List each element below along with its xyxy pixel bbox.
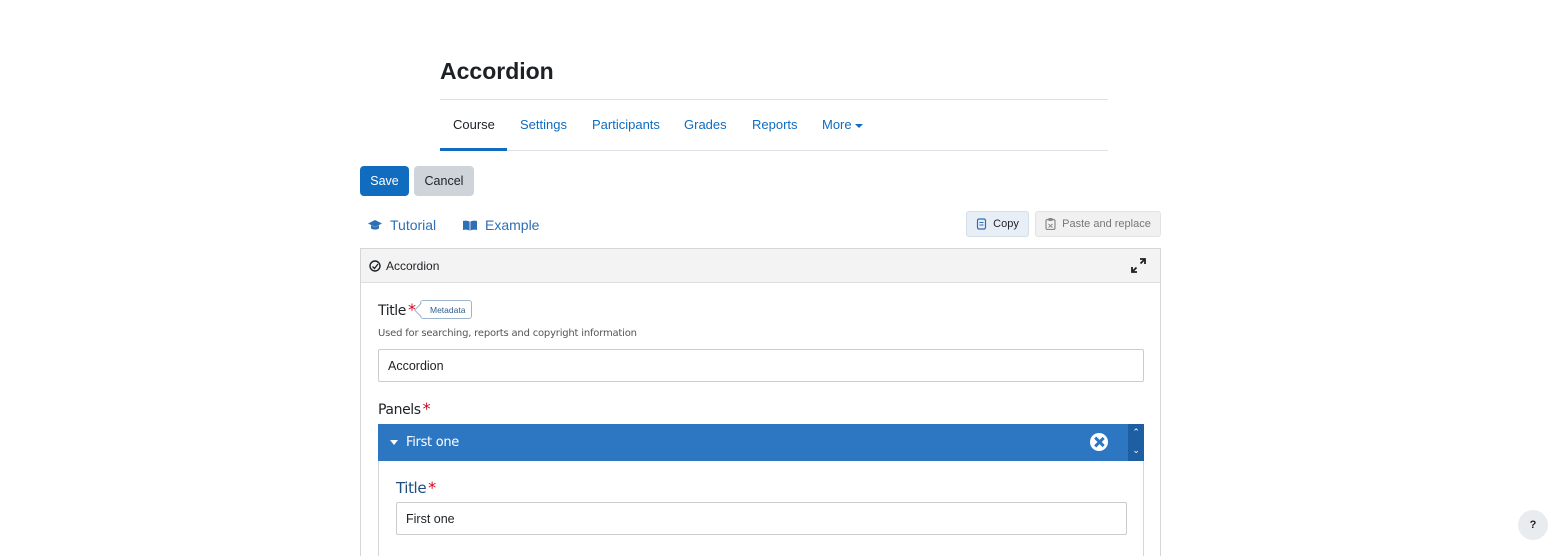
tab-more-label: More [822,117,852,132]
editor-header: Accordion [361,249,1160,283]
panel-header-label: First one [406,435,459,450]
panels-label-text: Panels [378,402,421,418]
tutorial-link[interactable]: Tutorial [368,217,436,233]
paste-replace-button[interactable]: Paste and replace [1035,211,1161,237]
save-button[interactable]: Save [360,166,409,196]
reorder-controls: ⌃ ⌄ [1128,424,1144,461]
copy-icon [977,218,987,230]
collapse-triangle-icon [390,440,398,445]
active-tab-indicator [440,148,507,151]
content-type-title: Accordion [386,258,440,273]
caret-down-icon [854,123,863,128]
panels-label: Panels * [378,399,431,418]
tab-course[interactable]: Course [453,117,495,132]
copy-label: Copy [993,218,1019,230]
course-nav: Course Settings Participants Grades Repo… [440,99,1108,151]
example-label: Example [485,217,540,233]
fullscreen-icon[interactable] [1131,258,1146,273]
graduation-cap-icon [368,219,382,230]
panel-body: Title * First one [378,461,1144,556]
book-icon [463,220,477,230]
title-field-label: Title * [378,300,416,319]
move-down-icon[interactable]: ⌄ [1132,447,1140,456]
page-title: Accordion [440,58,554,84]
example-link[interactable]: Example [463,217,539,233]
panel-title-label: Title * [396,478,436,497]
panel-title-input[interactable]: First one [396,502,1127,535]
help-button[interactable]: ? [1518,510,1548,540]
metadata-button[interactable]: Metadata [420,300,473,319]
tab-grades[interactable]: Grades [684,117,727,132]
title-label-text: Title [378,303,407,319]
move-up-icon[interactable]: ⌃ [1132,428,1140,438]
panel-title-label-text: Title [396,479,427,497]
tab-reports[interactable]: Reports [752,117,798,132]
tab-more[interactable]: More [822,117,863,132]
tab-settings[interactable]: Settings [520,117,567,132]
paste-icon [1045,218,1056,230]
required-mark: * [422,399,431,418]
required-mark: * [428,478,436,497]
h5p-editor: Accordion Title * Metadata Used for searc… [360,248,1161,556]
cancel-button[interactable]: Cancel [414,166,474,196]
remove-panel-icon[interactable] [1090,433,1108,451]
tutorial-label: Tutorial [390,217,437,233]
panel-header[interactable]: First one ⌃ ⌄ [378,424,1144,461]
tab-participants[interactable]: Participants [592,117,660,132]
copy-button[interactable]: Copy [966,211,1029,237]
paste-label: Paste and replace [1062,218,1151,230]
title-input[interactable]: Accordion [378,349,1144,382]
title-field-description: Used for searching, reports and copyrigh… [378,328,637,339]
content-type-icon [369,259,381,272]
